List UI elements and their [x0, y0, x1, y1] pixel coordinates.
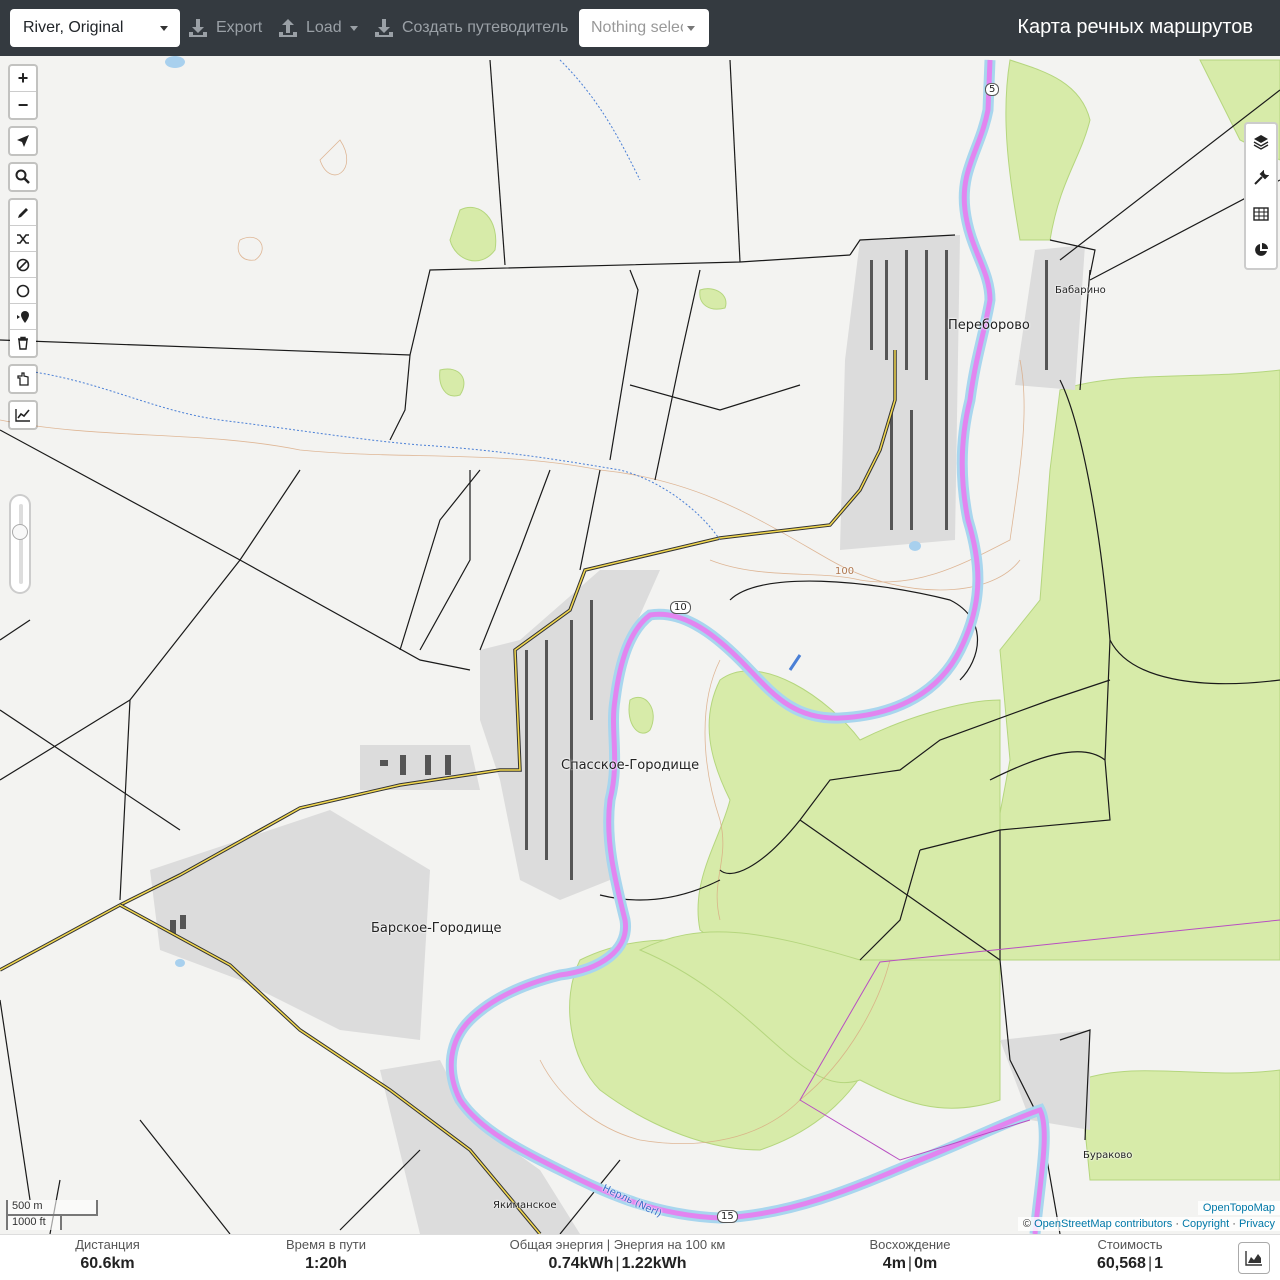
create-guide-button[interactable]: Создать путеводитель — [374, 14, 568, 42]
search-button[interactable] — [10, 164, 36, 190]
map-canvas[interactable]: 5 10 15 100 Нерль (Nerl) Переборово Баба… — [0, 56, 1280, 1234]
profile-select-value: River, Original — [23, 19, 124, 36]
route-select[interactable]: Nothing selected — [579, 9, 709, 47]
layers-icon — [1253, 135, 1269, 150]
zoom-control: + − — [8, 64, 38, 120]
export-button[interactable]: Export — [188, 14, 262, 42]
chevron-down-icon — [687, 26, 695, 31]
draw-route-button[interactable] — [10, 200, 36, 226]
search-control — [8, 162, 38, 192]
map-marker-icon — [17, 310, 29, 323]
place-label-pereborovo: Переборово — [948, 318, 1030, 333]
locate-button[interactable] — [10, 128, 36, 154]
stat-energy: Общая энергия | Энергия на 100 км 0.74kW… — [505, 1237, 730, 1273]
app-title: Карта речных маршрутов — [1017, 16, 1253, 38]
upload-icon — [279, 19, 297, 37]
elevation-control — [8, 400, 38, 430]
streams — [19, 59, 721, 541]
export-label: Export — [216, 19, 263, 36]
circle-no-go-button[interactable] — [10, 278, 36, 304]
delete-route-button[interactable] — [10, 330, 36, 356]
attribution-separator: · — [1175, 1218, 1179, 1230]
ban-icon — [16, 258, 30, 271]
statistics-button[interactable] — [1246, 232, 1276, 268]
copyright-symbol: © — [1022, 1218, 1032, 1230]
stat-ascent: Восхождение 4m | 0m — [860, 1237, 960, 1273]
copyright-link[interactable]: Copyright — [1182, 1218, 1229, 1230]
line-chart-icon — [15, 409, 30, 422]
download-icon — [375, 19, 393, 37]
right-sidebar-controls — [1244, 122, 1278, 270]
stat-cost-label: Стоимость — [1097, 1237, 1163, 1252]
pointer-button[interactable] — [10, 366, 36, 392]
pencil-icon — [18, 207, 28, 218]
stat-distance-label: Дистанция — [75, 1237, 140, 1252]
search-icon — [15, 169, 30, 184]
map-base-layer — [0, 56, 1280, 1234]
elevation-chart-button[interactable] — [1238, 1242, 1270, 1274]
no-go-area-button[interactable] — [10, 252, 36, 278]
stat-ascent-value: 4m | 0m — [882, 1255, 938, 1272]
road-marker-5: 5 — [985, 83, 1000, 96]
stat-cost-value: 60,568 | 1 — [1097, 1255, 1163, 1272]
circle-icon — [16, 284, 30, 297]
load-label: Load — [306, 19, 342, 36]
attribution-separator: · — [1232, 1218, 1236, 1230]
wrench-icon — [1254, 170, 1269, 185]
download-icon — [189, 19, 207, 37]
stat-time: Время в пути 1:20h — [270, 1237, 382, 1273]
stat-time-label: Время в пути — [286, 1237, 366, 1252]
table-button[interactable] — [1246, 196, 1276, 232]
road-marker-15: 15 — [717, 1210, 738, 1223]
place-label-burakovo: Бураково — [1083, 1150, 1133, 1161]
stat-ascent-label: Восхождение — [869, 1237, 951, 1252]
chevron-down-icon — [160, 26, 168, 31]
chevron-down-icon — [349, 25, 358, 31]
reverse-route-button[interactable] — [10, 226, 36, 252]
tile-attribution-link[interactable]: OpenTopoMap — [1197, 1201, 1280, 1215]
stat-energy-label: Общая энергия | Энергия на 100 км — [509, 1237, 726, 1252]
poi-button[interactable] — [10, 304, 36, 330]
trash-icon — [18, 336, 28, 350]
pie-chart-icon — [1255, 243, 1268, 256]
create-guide-label: Создать путеводитель — [402, 19, 569, 36]
profile-select[interactable]: River, Original — [10, 9, 180, 47]
hand-pointer-icon — [17, 372, 29, 386]
stat-energy-value: 0.74kWh | 1.22kWh — [548, 1255, 687, 1272]
road-marker-10: 10 — [670, 601, 691, 614]
settings-button[interactable] — [1246, 160, 1276, 196]
place-label-barskoe: Барское-Городище — [371, 921, 502, 936]
route-stats-bar: Дистанция 60.6km Время в пути 1:20h Обща… — [0, 1234, 1280, 1280]
zoom-out-button[interactable]: − — [10, 92, 36, 118]
elevation-button[interactable] — [10, 402, 36, 428]
layers-button[interactable] — [1246, 124, 1276, 160]
privacy-link[interactable]: Privacy — [1239, 1218, 1275, 1230]
stat-distance: Дистанция 60.6km — [50, 1237, 165, 1273]
osm-contributors-link[interactable]: OpenStreetMap contributors — [1034, 1218, 1172, 1230]
stat-distance-value: 60.6km — [80, 1255, 135, 1272]
location-arrow-icon — [17, 135, 29, 147]
shuffle-icon — [17, 233, 29, 244]
pointer-control — [8, 364, 38, 394]
scale-bar: 500 m 1000 ft — [6, 1200, 98, 1230]
draw-toolbar — [8, 198, 38, 358]
opacity-slider[interactable] — [9, 494, 31, 594]
slider-handle[interactable] — [12, 524, 28, 540]
map-attribution: © OpenStreetMap contributors · Copyright… — [1017, 1217, 1280, 1231]
place-label-babarino: Бабарино — [1055, 285, 1106, 296]
place-label-spasskoe: Спасское-Городище — [561, 758, 700, 773]
stat-cost: Стоимость 60,568 | 1 — [1080, 1237, 1180, 1273]
load-button[interactable]: Load — [278, 14, 358, 42]
stat-time-value: 1:20h — [305, 1255, 347, 1272]
scale-imperial: 1000 ft — [6, 1214, 62, 1230]
route-select-placeholder: Nothing selected — [591, 19, 683, 36]
zoom-in-button[interactable]: + — [10, 66, 36, 92]
table-icon — [1253, 207, 1269, 221]
locate-control — [8, 126, 38, 156]
contour-label: 100 — [835, 566, 855, 577]
area-chart-icon — [1245, 1251, 1262, 1266]
slider-track — [19, 504, 23, 584]
place-label-yakimanskoe: Якиманское — [493, 1200, 557, 1211]
top-navbar: River, Original Export Load Создать путе… — [0, 0, 1280, 56]
